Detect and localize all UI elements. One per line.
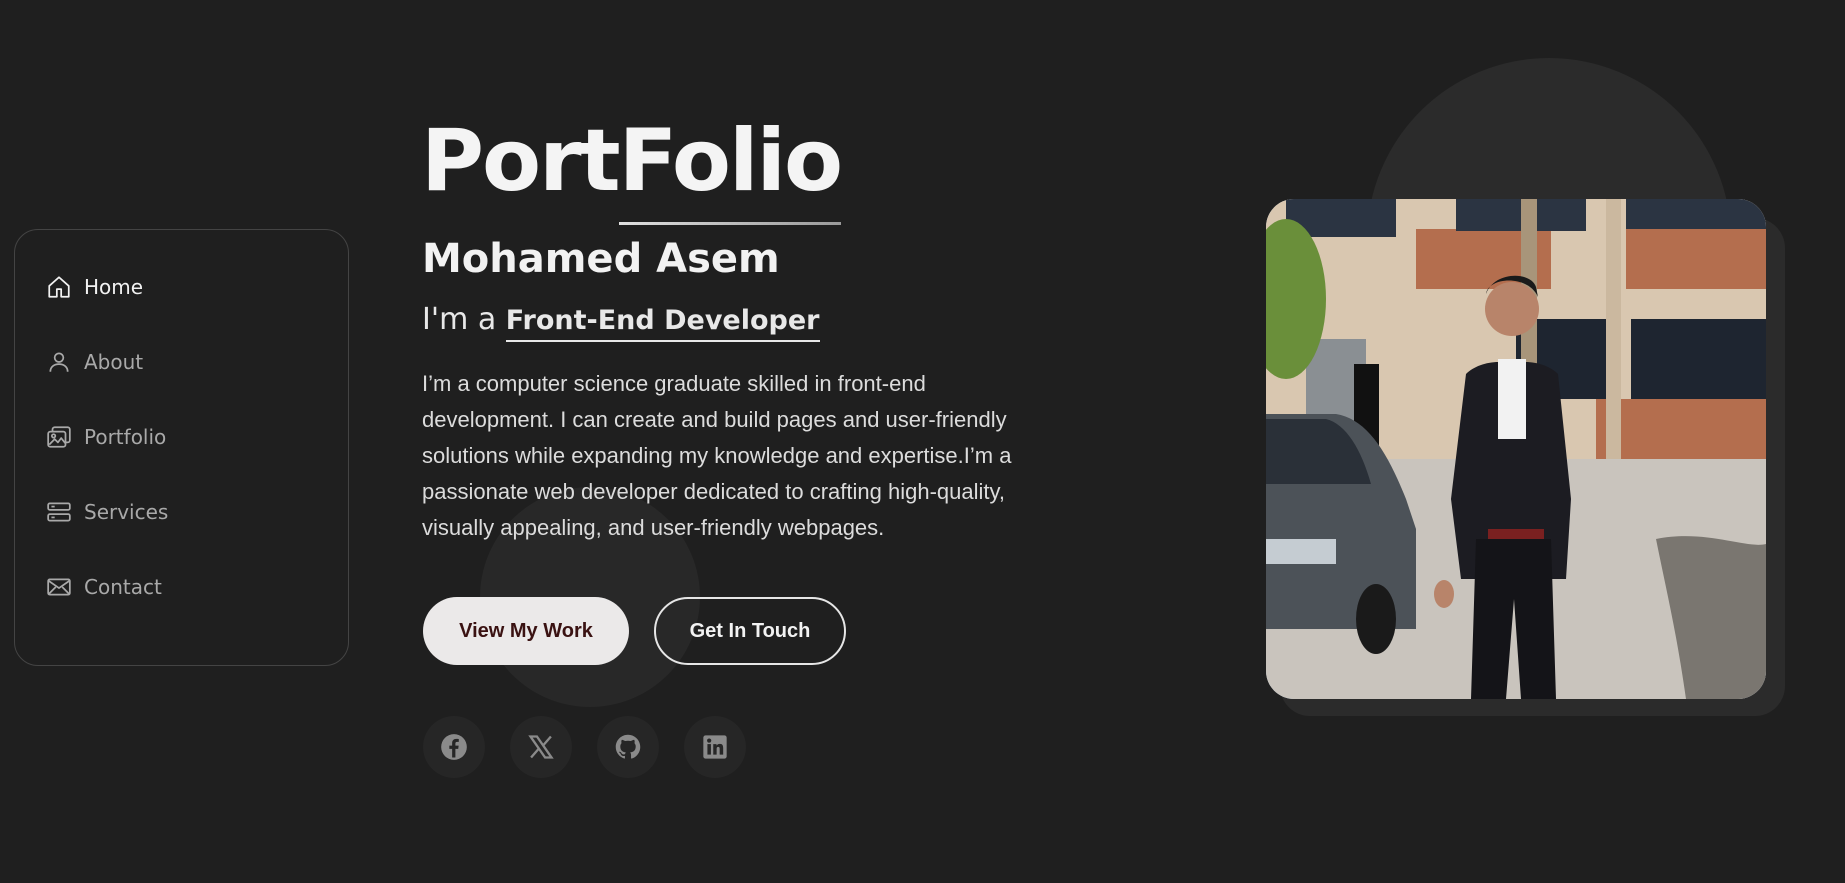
server-icon (46, 499, 72, 525)
title-part-2: Folio (618, 111, 843, 211)
role-line: I'm a Front-End Developer (422, 302, 820, 342)
facebook-link[interactable] (423, 716, 485, 778)
view-my-work-button[interactable]: View My Work (423, 597, 629, 665)
page-title: PortFolio (421, 118, 843, 204)
facebook-icon (440, 733, 468, 761)
github-icon (614, 733, 642, 761)
linkedin-link[interactable] (684, 716, 746, 778)
x-twitter-link[interactable] (510, 716, 572, 778)
home-icon (46, 274, 72, 300)
developer-name: Mohamed Asem (422, 236, 780, 282)
sidebar-item-services[interactable]: Services (46, 495, 168, 529)
sidebar-item-contact[interactable]: Contact (46, 570, 162, 604)
role-title: Front-End Developer (505, 305, 820, 342)
sidebar-nav: Home About Portfolio Services Contact (14, 229, 349, 666)
sidebar-item-label: Contact (84, 575, 162, 599)
sidebar-item-label: Services (84, 500, 169, 524)
sidebar-item-home[interactable]: Home (46, 270, 143, 304)
user-icon (46, 349, 72, 375)
get-in-touch-button[interactable]: Get In Touch (654, 597, 846, 665)
envelope-icon (46, 574, 72, 600)
role-prefix: I'm a (422, 302, 506, 337)
sidebar-item-label: Home (84, 275, 144, 299)
github-link[interactable] (597, 716, 659, 778)
profile-photo (1266, 199, 1766, 699)
x-twitter-icon (527, 733, 555, 761)
title-part-1: Port (421, 111, 621, 211)
bio-paragraph: I’m a computer science graduate skilled … (422, 371, 1012, 540)
sidebar-item-portfolio[interactable]: Portfolio (46, 420, 166, 454)
linkedin-icon (701, 733, 729, 761)
sidebar-item-label: About (84, 350, 144, 374)
sidebar-item-label: Portfolio (84, 425, 167, 449)
images-icon (46, 424, 72, 450)
sidebar-item-about[interactable]: About (46, 345, 143, 379)
